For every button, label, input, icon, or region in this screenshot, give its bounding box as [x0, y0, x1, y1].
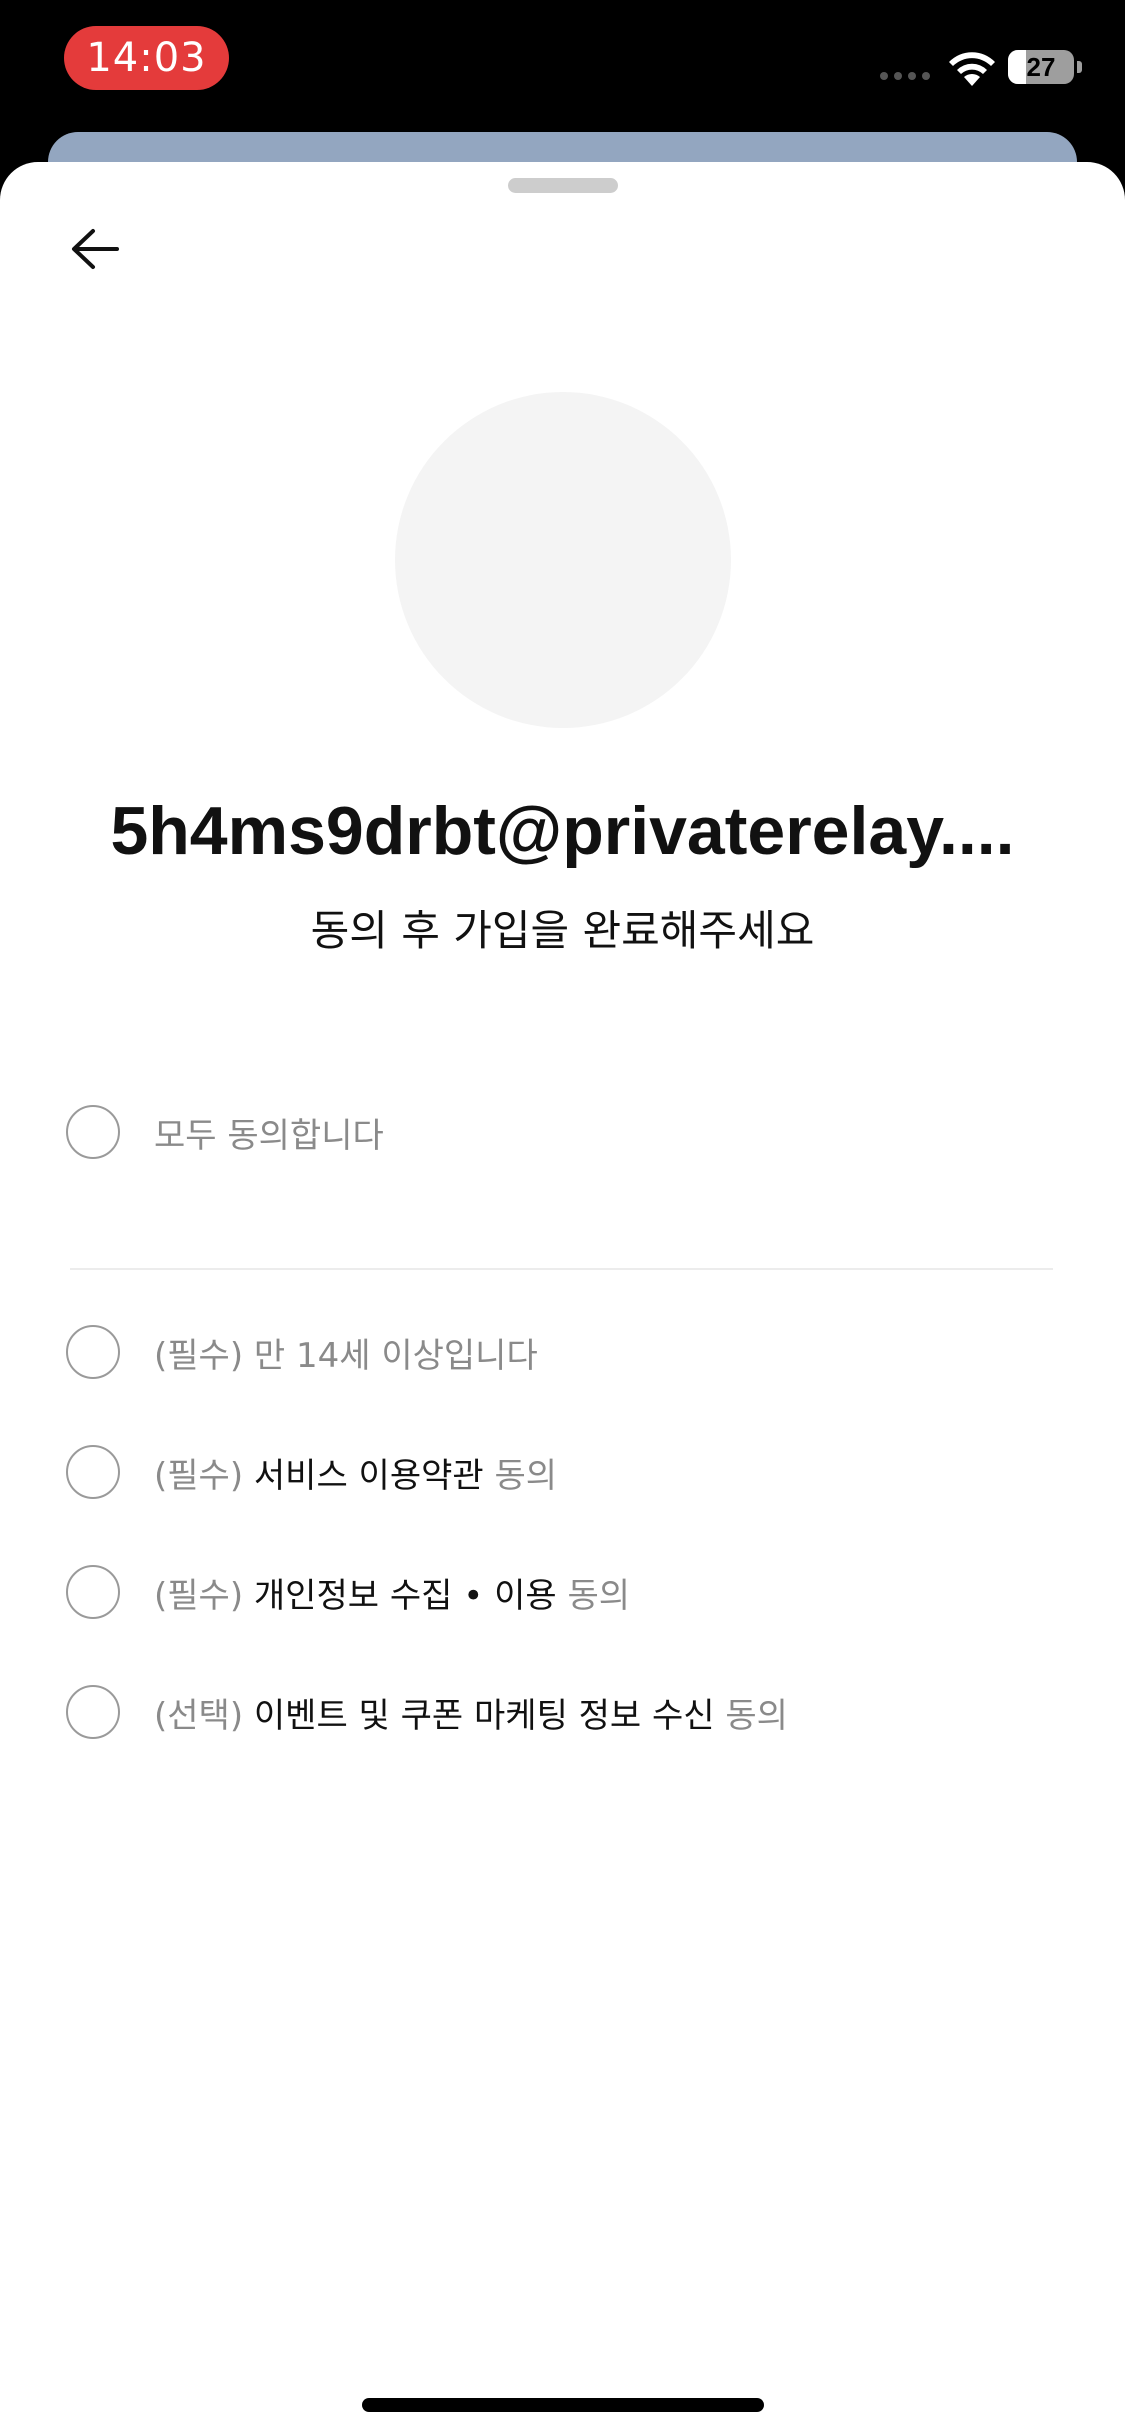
agreement-marketing-link[interactable]: 이벤트 및 쿠폰 마케팅 정보 수신	[254, 1696, 715, 1736]
agreement-terms-radio[interactable]	[66, 1445, 120, 1499]
cellular-signal-icon	[880, 72, 930, 80]
agreement-age-prefix: (필수)	[154, 1335, 244, 1376]
agreement-marketing-suffix: 동의	[725, 1695, 788, 1736]
agreement-terms-link[interactable]: 서비스 이용약관	[254, 1456, 484, 1496]
agreement-age-text: 만 14세 이상입니다	[253, 1335, 538, 1376]
status-time[interactable]: 14:03	[64, 26, 229, 90]
page-subtitle: 동의 후 가입을 완료해주세요	[310, 906, 815, 955]
arrow-left-icon	[72, 229, 119, 269]
agreement-marketing-radio[interactable]	[66, 1685, 120, 1739]
agreement-age-radio[interactable]	[66, 1325, 120, 1379]
agreement-privacy-prefix: (필수)	[154, 1575, 244, 1616]
agreement-privacy-suffix: 동의	[567, 1575, 630, 1616]
agreement-terms-prefix: (필수)	[154, 1455, 244, 1496]
agreement-terms-suffix: 동의	[494, 1455, 558, 1496]
sheet-grabber[interactable]	[508, 178, 618, 193]
agreement-age-label: (필수) 만 14세 이상입니다	[154, 1328, 538, 1377]
agreement-row-terms[interactable]: (필수) 서비스 이용약관 동의	[66, 1442, 557, 1502]
agree-all-radio[interactable]	[66, 1105, 120, 1159]
divider	[70, 1268, 1053, 1270]
account-email: 5h4ms9drbt@privaterelay....	[110, 793, 1015, 869]
agreement-marketing-prefix: (선택)	[154, 1695, 244, 1736]
back-button[interactable]	[60, 214, 130, 284]
agreement-marketing-label: (선택) 이벤트 및 쿠폰 마케팅 정보 수신 동의	[154, 1688, 788, 1737]
agreement-row-privacy[interactable]: (필수) 개인정보 수집 • 이용 동의	[66, 1562, 630, 1622]
agreement-terms-label: (필수) 서비스 이용약관 동의	[154, 1448, 557, 1497]
status-bar: 14:03 27	[0, 0, 1125, 130]
agreement-privacy-radio[interactable]	[66, 1565, 120, 1619]
battery-level: 27	[1026, 51, 1056, 82]
home-indicator[interactable]	[362, 2398, 764, 2412]
agreement-row-marketing[interactable]: (선택) 이벤트 및 쿠폰 마케팅 정보 수신 동의	[66, 1682, 788, 1742]
wifi-icon	[949, 52, 995, 86]
battery-icon: 27	[1008, 50, 1082, 86]
agreement-privacy-label: (필수) 개인정보 수집 • 이용 동의	[154, 1568, 630, 1617]
agreement-privacy-link[interactable]: 개인정보 수집 • 이용	[254, 1576, 557, 1616]
agree-all-label: 모두 동의합니다	[154, 1115, 384, 1156]
agreement-sheet: 5h4ms9drbt@privaterelay.... 동의 후 가입을 완료해…	[0, 162, 1125, 2436]
agreement-row-age[interactable]: (필수) 만 14세 이상입니다	[66, 1322, 538, 1382]
agree-all-row[interactable]: 모두 동의합니다	[66, 1102, 384, 1162]
avatar	[395, 392, 731, 728]
